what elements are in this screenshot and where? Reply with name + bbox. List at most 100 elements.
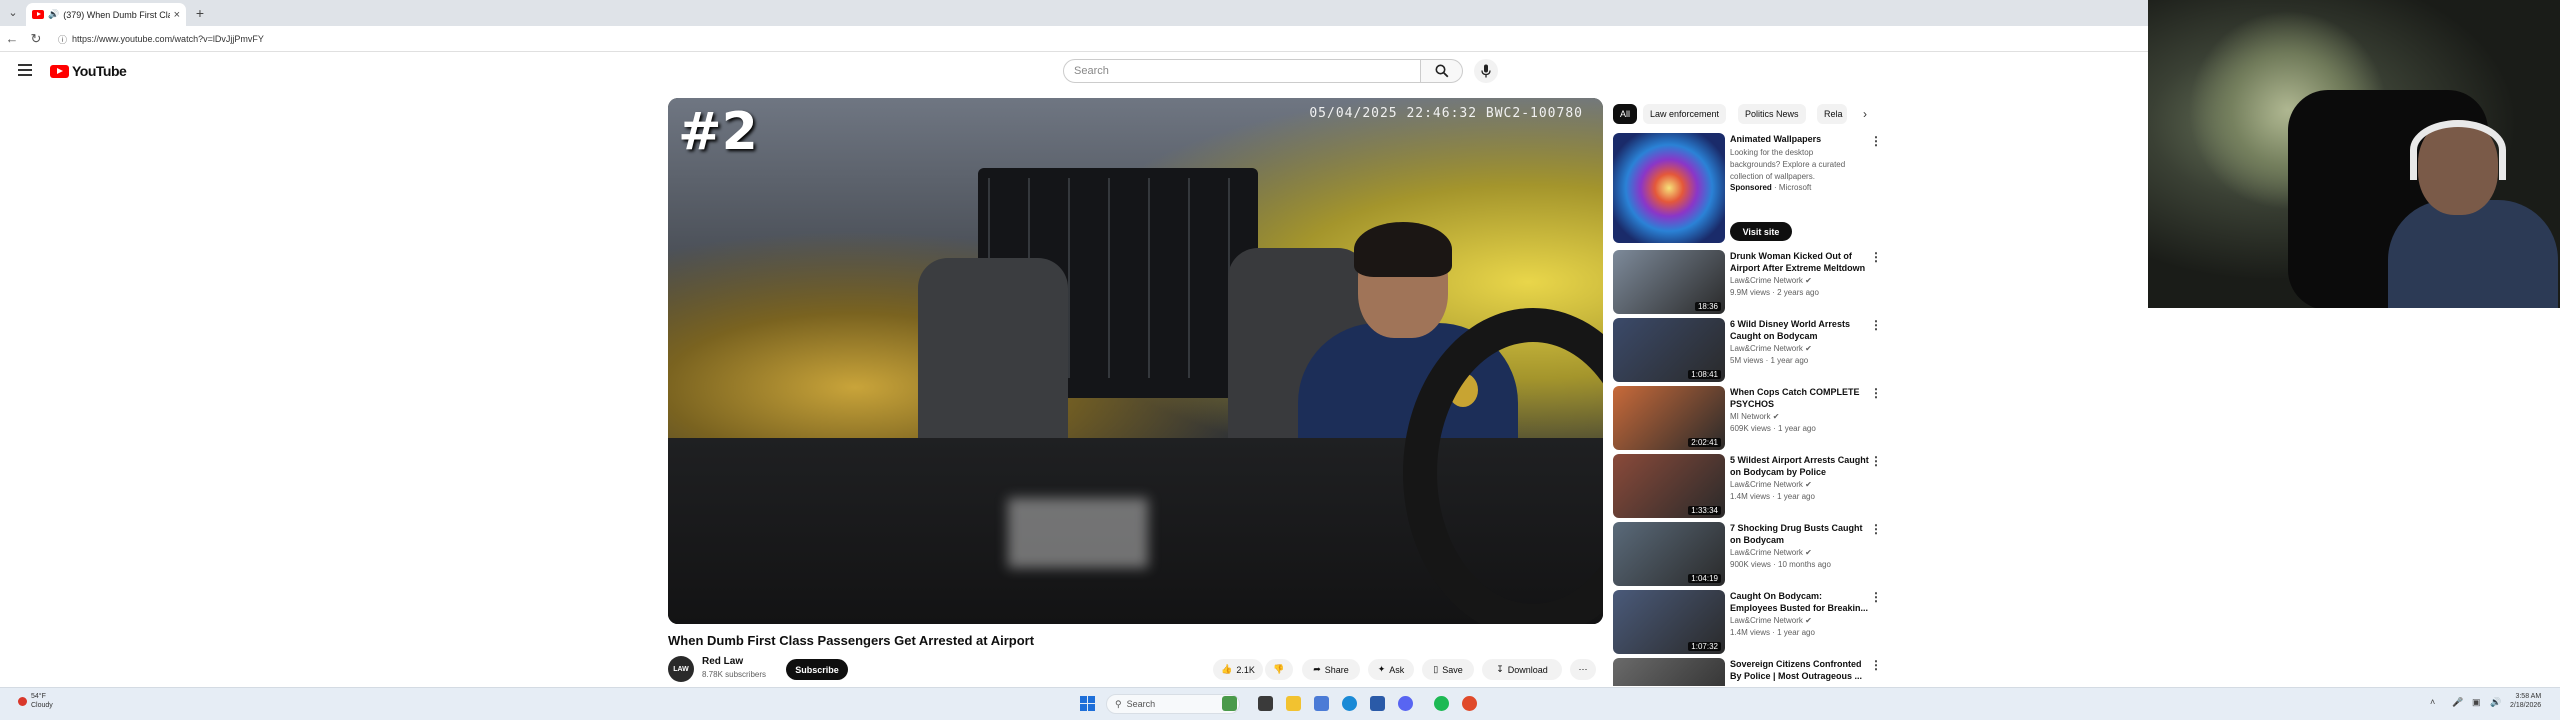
recommendation-item[interactable]: 1:04:19 7 Shocking Drug Busts Caught on B… bbox=[1613, 522, 1873, 586]
recommendation-meta: 1.4M views · 1 year ago bbox=[1730, 628, 1815, 637]
recommendation-item[interactable]: 18:36 Drunk Woman Kicked Out of Airport A… bbox=[1613, 250, 1873, 314]
ad-advertiser: Microsoft bbox=[1778, 183, 1812, 192]
more-vertical-icon[interactable]: ⋮ bbox=[1870, 386, 1882, 400]
dislike-button[interactable]: 👎 bbox=[1265, 659, 1293, 680]
video-duration: 1:08:41 bbox=[1688, 370, 1721, 379]
clock-time: 3:58 AM bbox=[2515, 693, 2542, 700]
voice-search-button[interactable] bbox=[1474, 59, 1498, 83]
recommendation-item[interactable]: 1:08:41 6 Wild Disney World Arrests Caugh… bbox=[1613, 318, 1873, 382]
widget-icon[interactable] bbox=[1222, 696, 1237, 711]
recommendation-thumbnail[interactable]: 1:33:34 bbox=[1613, 454, 1725, 518]
youtube-logo[interactable]: YouTube bbox=[50, 63, 127, 79]
share-label: Share bbox=[1324, 664, 1349, 675]
channel-avatar[interactable]: LAW bbox=[668, 656, 694, 682]
video-duration: 1:07:32 bbox=[1688, 642, 1721, 651]
recommendation-channel: Law&Crime Network ✔ bbox=[1730, 276, 1812, 285]
speaker-icon[interactable]: 🔊 bbox=[48, 9, 59, 20]
recommendation-thumbnail[interactable]: 1:07:32 bbox=[1613, 590, 1725, 654]
tab-list-icon[interactable]: ⌄ bbox=[4, 4, 22, 22]
more-vertical-icon[interactable]: ⋮ bbox=[1870, 658, 1882, 672]
recommendation-thumbnail[interactable] bbox=[1613, 658, 1725, 686]
weather-temp: 54°F bbox=[31, 693, 46, 700]
recommendation-title[interactable]: 7 Shocking Drug Busts Caught on Bodycam bbox=[1730, 522, 1870, 546]
browser-tab[interactable]: 🔊 (379) When Dumb First Class × bbox=[26, 3, 186, 26]
sponsored-label: Sponsored bbox=[1730, 183, 1772, 192]
system-clock[interactable]: 3:58 AM 2/18/2026 bbox=[2510, 692, 2541, 710]
recommendation-title[interactable]: Caught On Bodycam: Employees Busted for … bbox=[1730, 590, 1870, 614]
recommendation-item[interactable]: 1:33:34 5 Wildest Airport Arrests Caught … bbox=[1613, 454, 1873, 518]
recommendation-item[interactable]: 2:02:41 When Cops Catch COMPLETE PSYCHOS M… bbox=[1613, 386, 1873, 450]
chevron-right-icon[interactable]: › bbox=[1855, 104, 1875, 124]
recommendation-thumbnail[interactable]: 1:08:41 bbox=[1613, 318, 1725, 382]
volume-icon[interactable]: 🔊 bbox=[2490, 697, 2501, 708]
weather-widget[interactable]: 54°F Cloudy bbox=[18, 692, 53, 710]
store-icon[interactable] bbox=[1370, 696, 1385, 711]
tray-chevron-icon[interactable]: ˄ bbox=[2430, 697, 2435, 707]
ad-title[interactable]: Animated Wallpapers bbox=[1730, 134, 1865, 144]
recommendation-title[interactable]: Drunk Woman Kicked Out of Airport After … bbox=[1730, 250, 1870, 274]
webcam-overlay bbox=[2148, 0, 2560, 308]
app-icon[interactable] bbox=[1314, 696, 1329, 711]
bookmark-icon: ▯ bbox=[1433, 664, 1439, 674]
recommendation-channel: Law&Crime Network ✔ bbox=[1730, 616, 1812, 625]
recommendation-thumbnail[interactable]: 1:04:19 bbox=[1613, 522, 1725, 586]
recommendation-title[interactable]: 6 Wild Disney World Arrests Caught on Bo… bbox=[1730, 318, 1870, 342]
video-player[interactable]: #2 05/04/2025 22:46:32 BWC2-100780 bbox=[668, 98, 1603, 624]
visit-site-button[interactable]: Visit site bbox=[1730, 222, 1792, 241]
search-button[interactable] bbox=[1421, 59, 1463, 83]
webcam-person bbox=[2388, 110, 2558, 308]
ad-thumbnail[interactable] bbox=[1613, 133, 1725, 243]
reload-icon[interactable]: ↻ bbox=[28, 31, 44, 47]
more-actions-button[interactable]: ⋯ bbox=[1570, 659, 1596, 680]
more-vertical-icon[interactable]: ⋮ bbox=[1870, 318, 1882, 332]
video-overlay-number: #2 bbox=[678, 102, 758, 162]
taskbar-search[interactable]: ⚲ Search bbox=[1106, 694, 1240, 714]
tab-title: (379) When Dumb First Class bbox=[63, 9, 169, 20]
download-button[interactable]: ↧ Download bbox=[1482, 659, 1562, 680]
share-icon: ➦ bbox=[1313, 664, 1321, 674]
chrome-icon[interactable] bbox=[1462, 696, 1477, 711]
file-explorer-icon[interactable] bbox=[1286, 696, 1301, 711]
more-vertical-icon[interactable]: ⋮ bbox=[1870, 522, 1882, 536]
search-input[interactable]: Search bbox=[1063, 59, 1421, 83]
save-button[interactable]: ▯ Save bbox=[1422, 659, 1474, 680]
menu-icon[interactable] bbox=[18, 64, 32, 76]
mic-tray-icon[interactable]: 🎤 bbox=[2452, 697, 2463, 708]
discord-icon[interactable] bbox=[1398, 696, 1413, 711]
more-vertical-icon[interactable]: ⋮ bbox=[1870, 250, 1882, 264]
thumbs-down-icon: 👎 bbox=[1273, 664, 1285, 674]
network-icon[interactable]: ▣ bbox=[2472, 697, 2481, 708]
chip-law-enforcement[interactable]: Law enforcement bbox=[1643, 104, 1727, 124]
chip-related[interactable]: Rela bbox=[1817, 104, 1847, 124]
recommendation-thumbnail[interactable]: 18:36 bbox=[1613, 250, 1725, 314]
channel-name[interactable]: Red Law bbox=[702, 656, 743, 667]
chip-politics-news[interactable]: Politics News bbox=[1738, 104, 1806, 124]
new-tab-icon[interactable]: + bbox=[192, 5, 208, 21]
windows-start-icon[interactable] bbox=[1080, 696, 1095, 711]
url-field[interactable]: ⓘ https://www.youtube.com/watch?v=lDvJjj… bbox=[54, 30, 2134, 48]
ask-label: Ask bbox=[1389, 664, 1405, 675]
edge-browser-icon[interactable] bbox=[1342, 696, 1357, 711]
more-vertical-icon[interactable]: ⋮ bbox=[1870, 590, 1882, 604]
recommendation-title[interactable]: 5 Wildest Airport Arrests Caught on Body… bbox=[1730, 454, 1870, 478]
more-vertical-icon[interactable]: ⋮ bbox=[1870, 454, 1882, 468]
recommendation-title[interactable]: When Cops Catch COMPLETE PSYCHOS bbox=[1730, 386, 1870, 410]
recommendation-thumbnail[interactable]: 2:02:41 bbox=[1613, 386, 1725, 450]
chip-all[interactable]: All bbox=[1613, 104, 1638, 124]
ask-button[interactable]: ✦ Ask bbox=[1368, 659, 1414, 680]
recommendation-title[interactable]: Sovereign Citizens Confronted By Police … bbox=[1730, 658, 1870, 682]
site-info-icon[interactable]: ⓘ bbox=[58, 33, 67, 46]
verified-icon: ✔ bbox=[1805, 616, 1812, 625]
close-icon[interactable]: × bbox=[174, 9, 180, 21]
back-icon[interactable]: ← bbox=[4, 31, 20, 47]
bodycam-timestamp: 05/04/2025 22:46:32 BWC2-100780 bbox=[1309, 106, 1583, 121]
subscribe-button[interactable]: Subscribe bbox=[786, 659, 848, 680]
spotify-icon[interactable] bbox=[1434, 696, 1449, 711]
task-view-icon[interactable] bbox=[1258, 696, 1273, 711]
recommendation-item[interactable]: 1:07:32 Caught On Bodycam: Employees Bust… bbox=[1613, 590, 1873, 654]
recommendation-item[interactable]: Sovereign Citizens Confronted By Police … bbox=[1613, 658, 1873, 686]
thumbs-up-icon: 👍 bbox=[1221, 664, 1233, 674]
like-button[interactable]: 👍 2.1K bbox=[1213, 659, 1263, 680]
more-vertical-icon[interactable]: ⋮ bbox=[1870, 134, 1882, 148]
share-button[interactable]: ➦ Share bbox=[1302, 659, 1360, 680]
